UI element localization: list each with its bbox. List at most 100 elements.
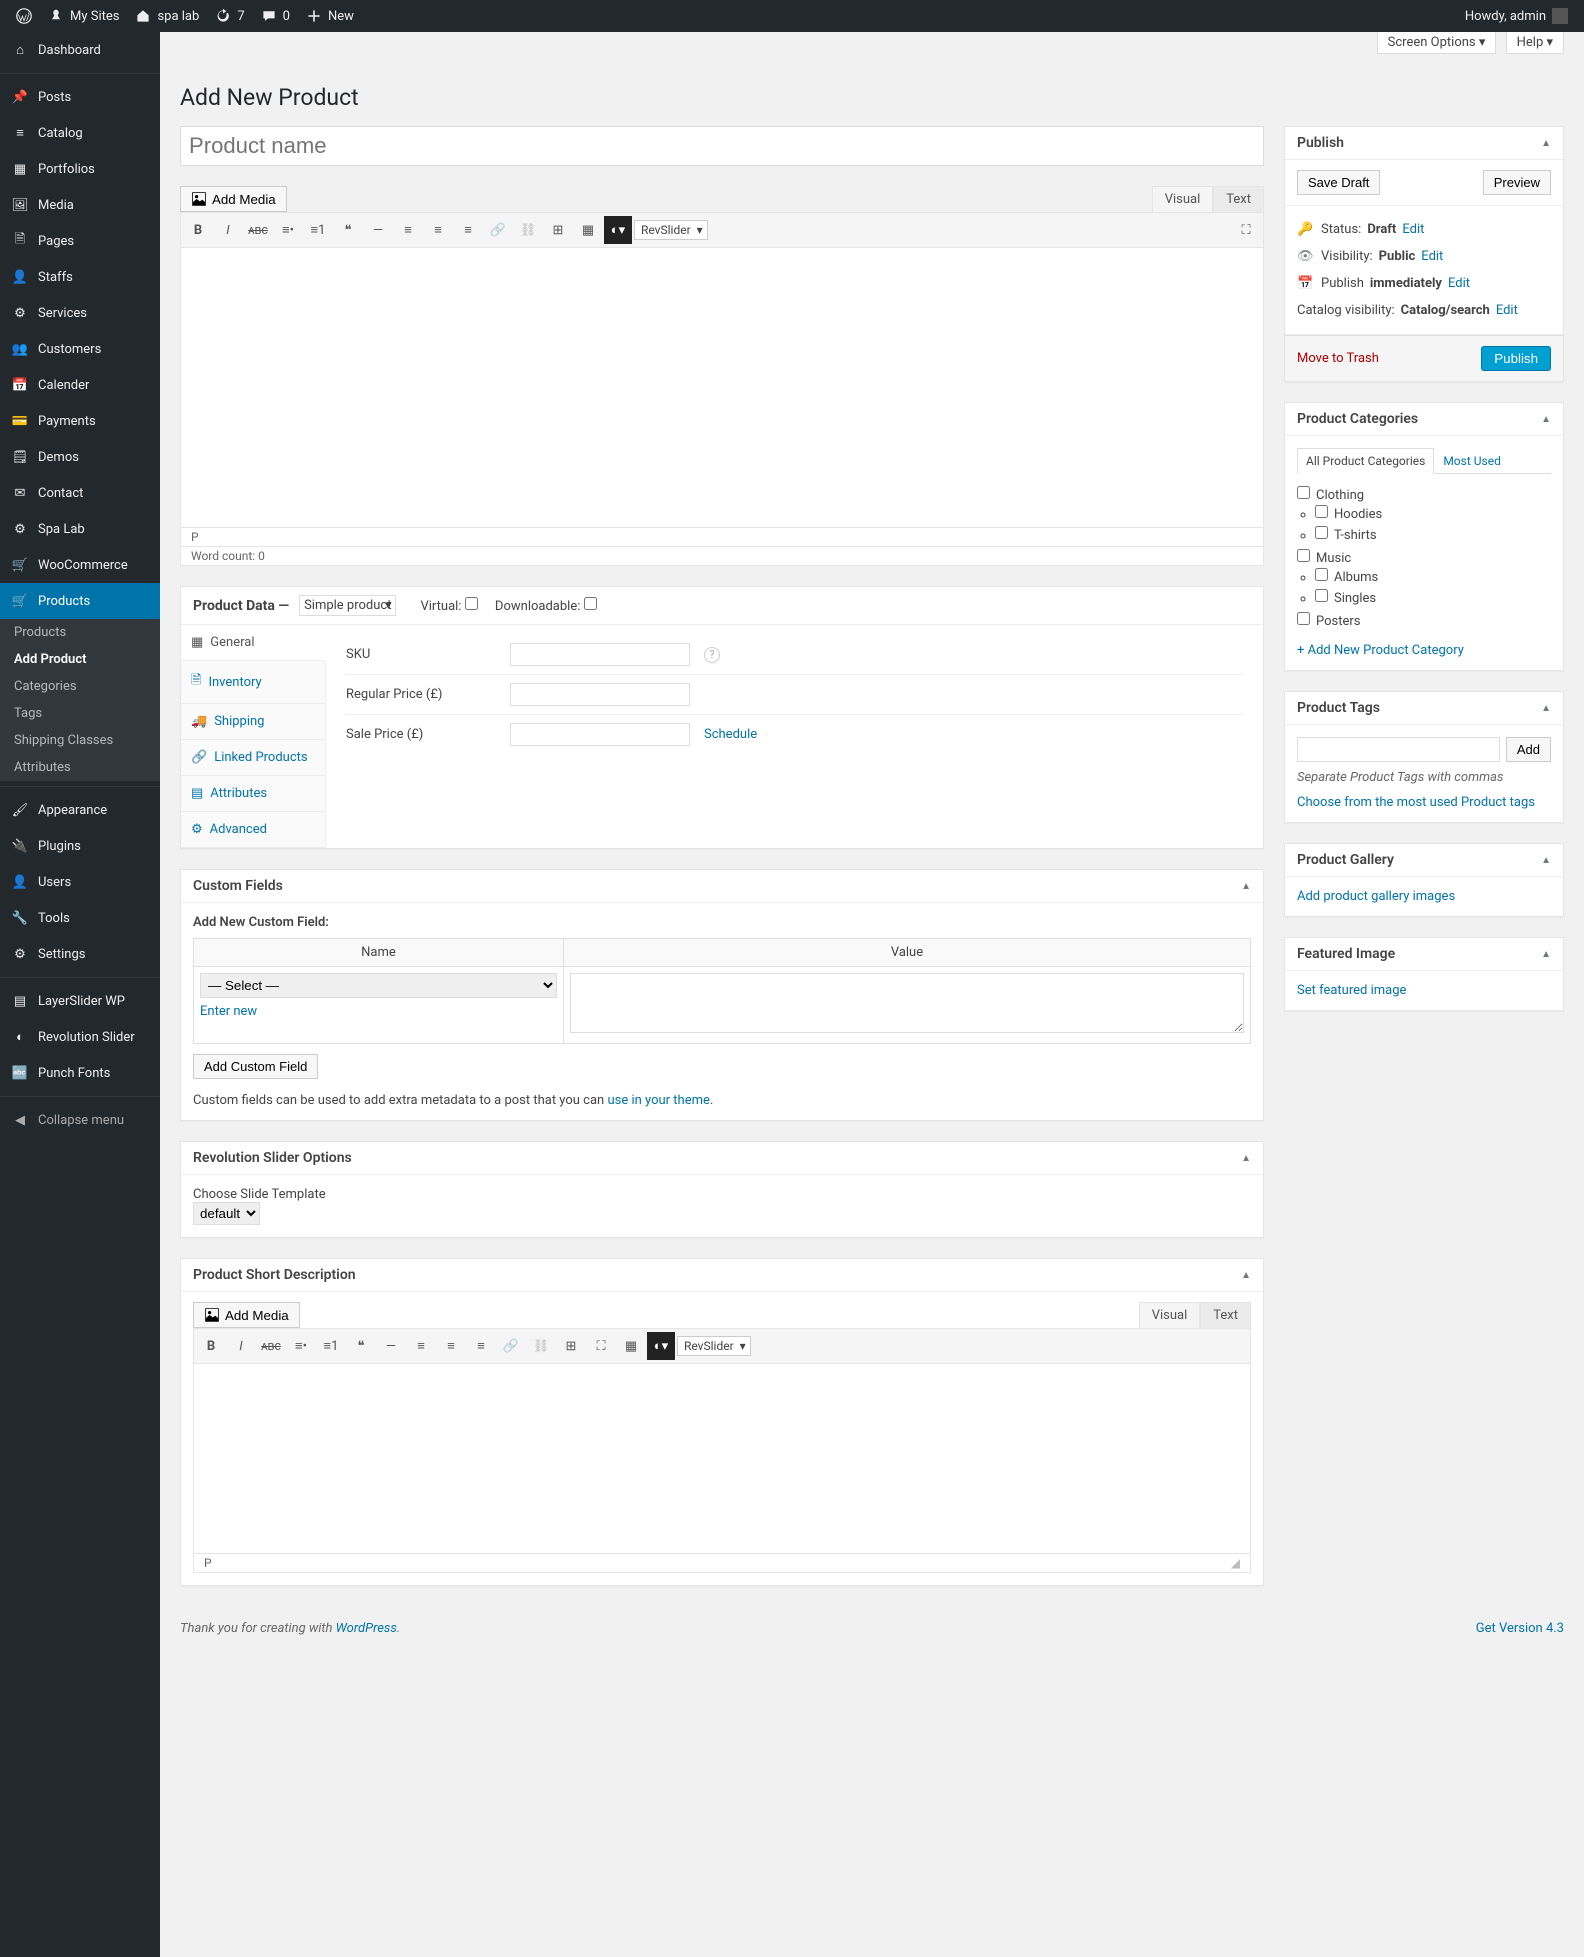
revslider-select[interactable]: RevSlider	[677, 1336, 751, 1356]
cat-tab-all[interactable]: All Product Categories	[1297, 448, 1434, 474]
align-right-button[interactable]: ≡	[454, 216, 482, 244]
toggle-icon[interactable]: ▲	[1541, 138, 1551, 149]
menu-payments[interactable]: 💳Payments	[0, 403, 160, 439]
version-link[interactable]: Get Version 4.3	[1476, 1621, 1564, 1636]
revslider-icon-button[interactable]: ◐▾	[604, 216, 632, 244]
align-left-button[interactable]: ≡	[394, 216, 422, 244]
hr-button[interactable]: —	[364, 216, 392, 244]
pd-tab-attributes[interactable]: ▤Attributes	[181, 776, 325, 812]
cat-singles[interactable]: Singles	[1315, 591, 1376, 606]
italic-button[interactable]: I	[227, 1332, 255, 1360]
cat-albums[interactable]: Albums	[1315, 570, 1378, 585]
tags-input[interactable]	[1297, 737, 1500, 762]
link-button[interactable]: 🔗	[484, 216, 512, 244]
toggle-icon[interactable]: ▲	[1241, 1153, 1251, 1164]
menu-catalog[interactable]: ≡Catalog	[0, 115, 160, 151]
sku-input[interactable]	[510, 643, 690, 666]
toggle-icon[interactable]: ▲	[1541, 414, 1551, 425]
collapse-menu[interactable]: ◀ Collapse menu	[0, 1102, 160, 1138]
cf-name-select[interactable]: — Select —	[200, 973, 557, 998]
menu-staffs[interactable]: 👤Staffs	[0, 259, 160, 295]
pd-tab-general[interactable]: ▦General	[181, 625, 326, 661]
toolbar-toggle-button[interactable]: ▦	[617, 1332, 645, 1360]
move-to-trash-link[interactable]: Move to Trash	[1297, 351, 1379, 366]
template-select[interactable]: default	[193, 1202, 260, 1225]
strike-button[interactable]: ᴀʙᴄ	[257, 1332, 285, 1360]
edit-visibility-link[interactable]: Edit	[1421, 249, 1443, 264]
tab-text-2[interactable]: Text	[1200, 1302, 1251, 1328]
ul-button[interactable]: ≡•	[287, 1332, 315, 1360]
tab-text[interactable]: Text	[1213, 186, 1264, 212]
menu-tools[interactable]: 🔧Tools	[0, 900, 160, 936]
menu-woocommerce[interactable]: 🛒WooCommerce	[0, 547, 160, 583]
toggle-icon[interactable]: ▲	[1541, 703, 1551, 714]
cat-hoodies[interactable]: Hoodies	[1315, 507, 1382, 522]
menu-media[interactable]: 🖼Media	[0, 187, 160, 223]
tab-visual-2[interactable]: Visual	[1139, 1302, 1201, 1328]
submenu-products[interactable]: Products	[0, 619, 160, 646]
cat-posters[interactable]: Posters	[1297, 614, 1361, 629]
menu-users[interactable]: 👤Users	[0, 864, 160, 900]
save-draft-button[interactable]: Save Draft	[1297, 170, 1380, 195]
use-in-theme-link[interactable]: use in your theme	[607, 1093, 709, 1108]
set-featured-link[interactable]: Set featured image	[1297, 983, 1406, 998]
bold-button[interactable]: B	[184, 216, 212, 244]
submenu-attributes[interactable]: Attributes	[0, 754, 160, 781]
ol-button[interactable]: ≡1	[304, 216, 332, 244]
align-center-button[interactable]: ≡	[437, 1332, 465, 1360]
menu-settings[interactable]: ⚙Settings	[0, 936, 160, 972]
fullscreen-button[interactable]: ⛶	[587, 1332, 615, 1360]
fullscreen-button[interactable]: ⛶	[1232, 216, 1260, 244]
toggle-icon[interactable]: ▲	[1241, 1270, 1251, 1281]
downloadable-checkbox[interactable]: Downloadable:	[495, 599, 597, 614]
edit-status-link[interactable]: Edit	[1402, 222, 1424, 237]
menu-contact[interactable]: ✉Contact	[0, 475, 160, 511]
cat-music[interactable]: Music	[1297, 551, 1351, 566]
pd-tab-inventory[interactable]: 🗎Inventory	[181, 661, 325, 704]
resize-handle[interactable]: ◢	[1231, 1556, 1240, 1570]
editor-content[interactable]	[180, 248, 1264, 528]
quote-button[interactable]: ❝	[347, 1332, 375, 1360]
submenu-add-product[interactable]: Add Product	[0, 646, 160, 673]
wordpress-link[interactable]: WordPress	[336, 1621, 397, 1636]
toolbar-toggle-button[interactable]: ▦	[574, 216, 602, 244]
short-desc-content[interactable]	[193, 1364, 1251, 1554]
virtual-checkbox[interactable]: Virtual:	[420, 599, 477, 614]
submenu-categories[interactable]: Categories	[0, 673, 160, 700]
toggle-icon[interactable]: ▲	[1241, 881, 1251, 892]
bold-button[interactable]: B	[197, 1332, 225, 1360]
add-custom-field-button[interactable]: Add Custom Field	[193, 1054, 318, 1079]
more-button[interactable]: ⊞	[557, 1332, 585, 1360]
enter-new-link[interactable]: Enter new	[200, 1004, 257, 1019]
more-button[interactable]: ⊞	[544, 216, 572, 244]
unlink-button[interactable]: ⛓	[527, 1332, 555, 1360]
pd-tab-advanced[interactable]: ⚙Advanced	[181, 812, 325, 848]
product-type-select[interactable]: Simple product ▾	[299, 595, 396, 616]
menu-portfolios[interactable]: ▦Portfolios	[0, 151, 160, 187]
align-left-button[interactable]: ≡	[407, 1332, 435, 1360]
revslider-icon-button[interactable]: ◐▾	[647, 1332, 675, 1360]
wp-logo[interactable]	[8, 0, 40, 32]
updates[interactable]: 7	[207, 0, 252, 32]
howdy[interactable]: Howdy, admin	[1457, 0, 1576, 32]
screen-options-button[interactable]: Screen Options ▾	[1377, 32, 1497, 54]
cf-value-textarea[interactable]	[570, 973, 1244, 1033]
cat-clothing[interactable]: Clothing	[1297, 488, 1364, 503]
my-sites[interactable]: My Sites	[40, 0, 127, 32]
menu-services[interactable]: ⚙Services	[0, 295, 160, 331]
align-center-button[interactable]: ≡	[424, 216, 452, 244]
menu-pages[interactable]: 🗎Pages	[0, 223, 160, 259]
preview-button[interactable]: Preview	[1483, 170, 1551, 195]
link-button[interactable]: 🔗	[497, 1332, 525, 1360]
menu-punch-fonts[interactable]: 🔤Punch Fonts	[0, 1055, 160, 1091]
quote-button[interactable]: ❝	[334, 216, 362, 244]
edit-publish-link[interactable]: Edit	[1448, 276, 1470, 291]
edit-catalog-link[interactable]: Edit	[1496, 303, 1518, 318]
tab-visual[interactable]: Visual	[1152, 186, 1214, 212]
publish-button[interactable]: Publish	[1481, 346, 1551, 371]
toggle-icon[interactable]: ▲	[1541, 949, 1551, 960]
add-category-link[interactable]: + Add New Product Category	[1297, 643, 1464, 658]
menu-calender[interactable]: 📅Calender	[0, 367, 160, 403]
align-right-button[interactable]: ≡	[467, 1332, 495, 1360]
cat-tab-most[interactable]: Most Used	[1434, 448, 1510, 474]
